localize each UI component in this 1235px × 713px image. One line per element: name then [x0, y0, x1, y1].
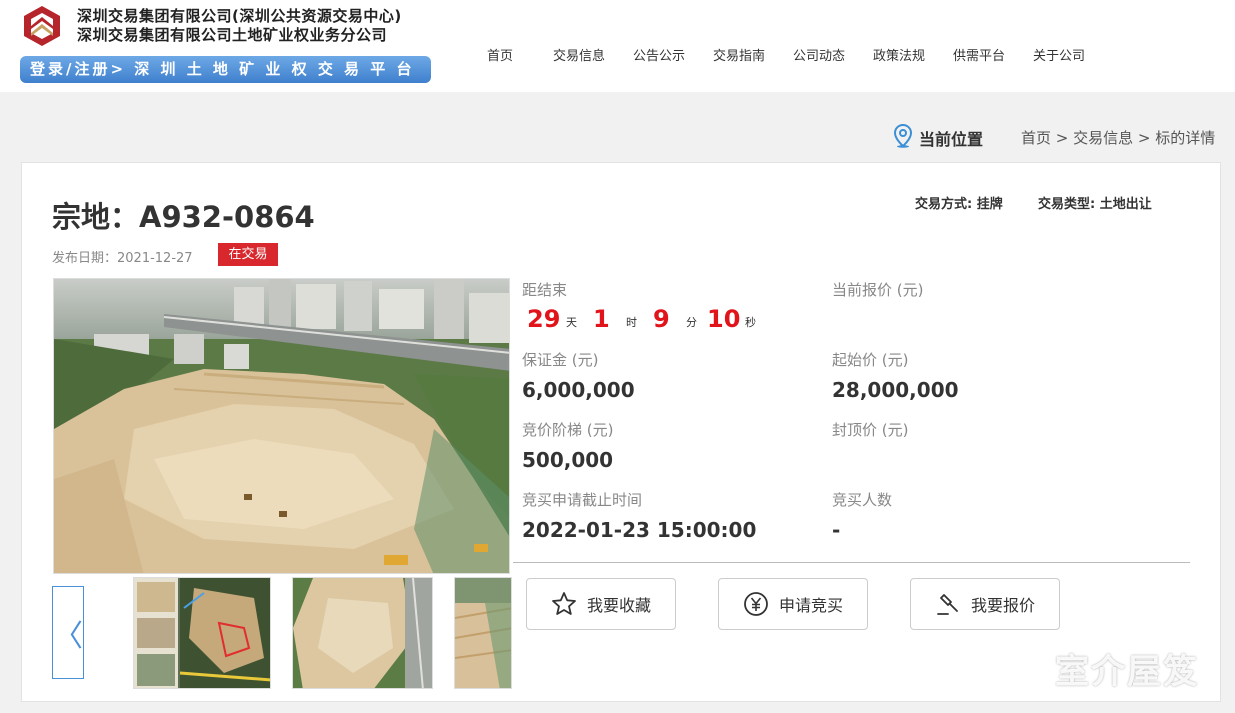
nav-item-trade-guide[interactable]: 交易指南 [713, 45, 765, 64]
favorite-button-label: 我要收藏 [586, 596, 651, 615]
countdown-hours: 1 [593, 305, 610, 333]
countdown-seconds: 10 [707, 305, 741, 333]
countdown-minutes-unit: 分 [686, 316, 697, 329]
breadcrumb: 首页 > 交易信息 > 标的详情 [1021, 127, 1215, 148]
site-header: 深圳交易集团有限公司(深圳公共资源交易中心) 深圳交易集团有限公司土地矿业权业务… [0, 0, 1235, 92]
nav-item-company-news[interactable]: 公司动态 [793, 45, 845, 64]
publish-date: 发布日期：2021-12-27 [52, 251, 193, 266]
gavel-icon [937, 594, 958, 615]
gallery-thumb-1[interactable] [133, 577, 271, 689]
aerial-land-image [54, 279, 509, 573]
site-map-thumbnail [134, 578, 270, 688]
place-bid-button-label: 我要报价 [970, 596, 1035, 615]
info-divider [513, 562, 1190, 563]
start-price-label: 起始价 (元) [832, 351, 909, 369]
yuan-circle-icon [744, 592, 768, 616]
increment-value: 500,000 [522, 448, 614, 472]
nav-item-policies[interactable]: 政策法规 [873, 45, 925, 64]
bidders-value: - [832, 518, 841, 542]
site-terrace-thumbnail [455, 578, 511, 688]
countdown-minutes: 9 [653, 305, 670, 333]
login-register-banner[interactable]: 登录/注册> 深 圳 土 地 矿 业 权 交 易 平 台 [20, 56, 431, 83]
org-name-secondary: 深圳交易集团有限公司土地矿业权业务分公司 [77, 26, 388, 44]
deposit-label: 保证金 (元) [522, 351, 599, 369]
deposit-value: 6,000,000 [522, 378, 635, 402]
gallery-thumb-3[interactable] [454, 577, 512, 689]
star-icon [552, 592, 576, 615]
bidders-label: 竞买人数 [832, 491, 893, 509]
current-price-label: 当前报价 (元) [832, 281, 924, 299]
favorite-button[interactable]: 我要收藏 [526, 578, 676, 630]
countdown-days: 29 [527, 305, 561, 333]
increment-label: 竞价阶梯 (元) [522, 421, 614, 439]
nav-item-home[interactable]: 首页 [487, 45, 513, 64]
breadcrumb-label: 当前位置 [919, 130, 984, 149]
start-price-value: 28,000,000 [832, 378, 959, 402]
site-aerial-thumbnail [293, 578, 432, 688]
breadcrumb-current: 标的详情 [1155, 129, 1216, 147]
breadcrumb-trade-info[interactable]: 交易信息 [1073, 129, 1133, 147]
hexagon-logo-icon[interactable] [20, 4, 64, 48]
place-bid-button[interactable]: 我要报价 [910, 578, 1060, 630]
status-badge: 在交易 [218, 243, 278, 266]
apply-bid-button[interactable]: 申请竞买 [718, 578, 868, 630]
org-name-primary: 深圳交易集团有限公司(深圳公共资源交易中心) [77, 7, 402, 25]
chevron-left-icon: 〈 [53, 618, 83, 654]
gallery-prev-button[interactable]: 〈 [52, 586, 84, 679]
deadline-label: 竞买申请截止时间 [522, 491, 643, 509]
trade-mode: 交易方式: 挂牌 [915, 197, 1003, 212]
gallery-thumb-2[interactable] [292, 577, 433, 689]
breadcrumb-home[interactable]: 首页 [1021, 129, 1051, 147]
location-pin-icon [893, 124, 913, 148]
deadline-value: 2022-01-23 15:00:00 [522, 518, 757, 542]
nav-item-about[interactable]: 关于公司 [1033, 45, 1085, 64]
page-title: 宗地：A932-0864 [52, 200, 315, 234]
countdown-days-unit: 天 [566, 316, 577, 329]
breadcrumb-separator: > [1133, 129, 1156, 147]
watermark-text: 室介屋笈 [1055, 652, 1199, 692]
main-site-photo[interactable] [53, 278, 510, 574]
nav-item-announcements[interactable]: 公告公示 [633, 45, 685, 64]
countdown-seconds-unit: 秒 [745, 316, 756, 329]
breadcrumb-separator: > [1051, 129, 1074, 147]
apply-bid-button-label: 申请竞买 [778, 596, 843, 615]
trade-type: 交易类型: 土地出让 [1038, 197, 1152, 212]
countdown-label: 距结束 [522, 281, 568, 299]
nav-item-supply-demand[interactable]: 供需平台 [953, 45, 1005, 64]
countdown-hours-unit: 时 [626, 316, 637, 329]
cap-price-label: 封顶价 (元) [832, 421, 909, 439]
nav-item-trade-info[interactable]: 交易信息 [553, 45, 605, 64]
